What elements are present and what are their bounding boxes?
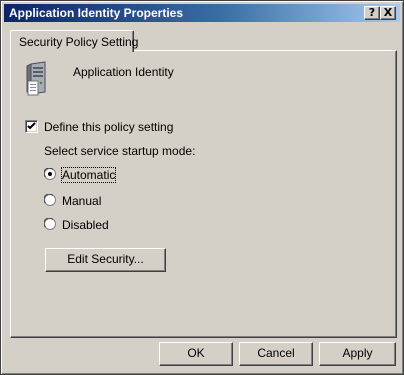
close-button[interactable]: X	[380, 6, 396, 20]
window-title: Application Identity Properties	[9, 6, 184, 20]
title-bar[interactable]: Application Identity Properties ? X	[4, 4, 400, 22]
ok-button[interactable]: OK	[159, 342, 233, 366]
startup-mode-label: Select service startup mode:	[44, 144, 196, 158]
server-icon	[25, 61, 49, 97]
help-button[interactable]: ?	[364, 6, 380, 20]
radio-button-icon	[44, 218, 56, 230]
radio-button-selected-icon	[44, 168, 56, 180]
radio-automatic-label: Automatic	[60, 167, 117, 183]
define-policy-label: Define this policy setting	[44, 120, 174, 134]
define-policy-checkbox[interactable]	[25, 120, 38, 133]
properties-dialog: Application Identity Properties ? X Secu…	[0, 0, 404, 375]
checkmark-icon	[27, 122, 36, 130]
cancel-button[interactable]: Cancel	[239, 342, 313, 366]
radio-button-icon	[44, 194, 56, 206]
service-name: Application Identity	[73, 65, 174, 79]
radio-disabled-label: Disabled	[62, 218, 109, 232]
radio-manual-label: Manual	[62, 194, 102, 208]
edit-security-button[interactable]: Edit Security...	[45, 248, 166, 272]
tab-label: Security Policy Setting	[19, 35, 139, 49]
tab-security-policy-setting[interactable]: Security Policy Setting	[10, 30, 138, 52]
apply-button[interactable]: Apply	[319, 342, 396, 366]
